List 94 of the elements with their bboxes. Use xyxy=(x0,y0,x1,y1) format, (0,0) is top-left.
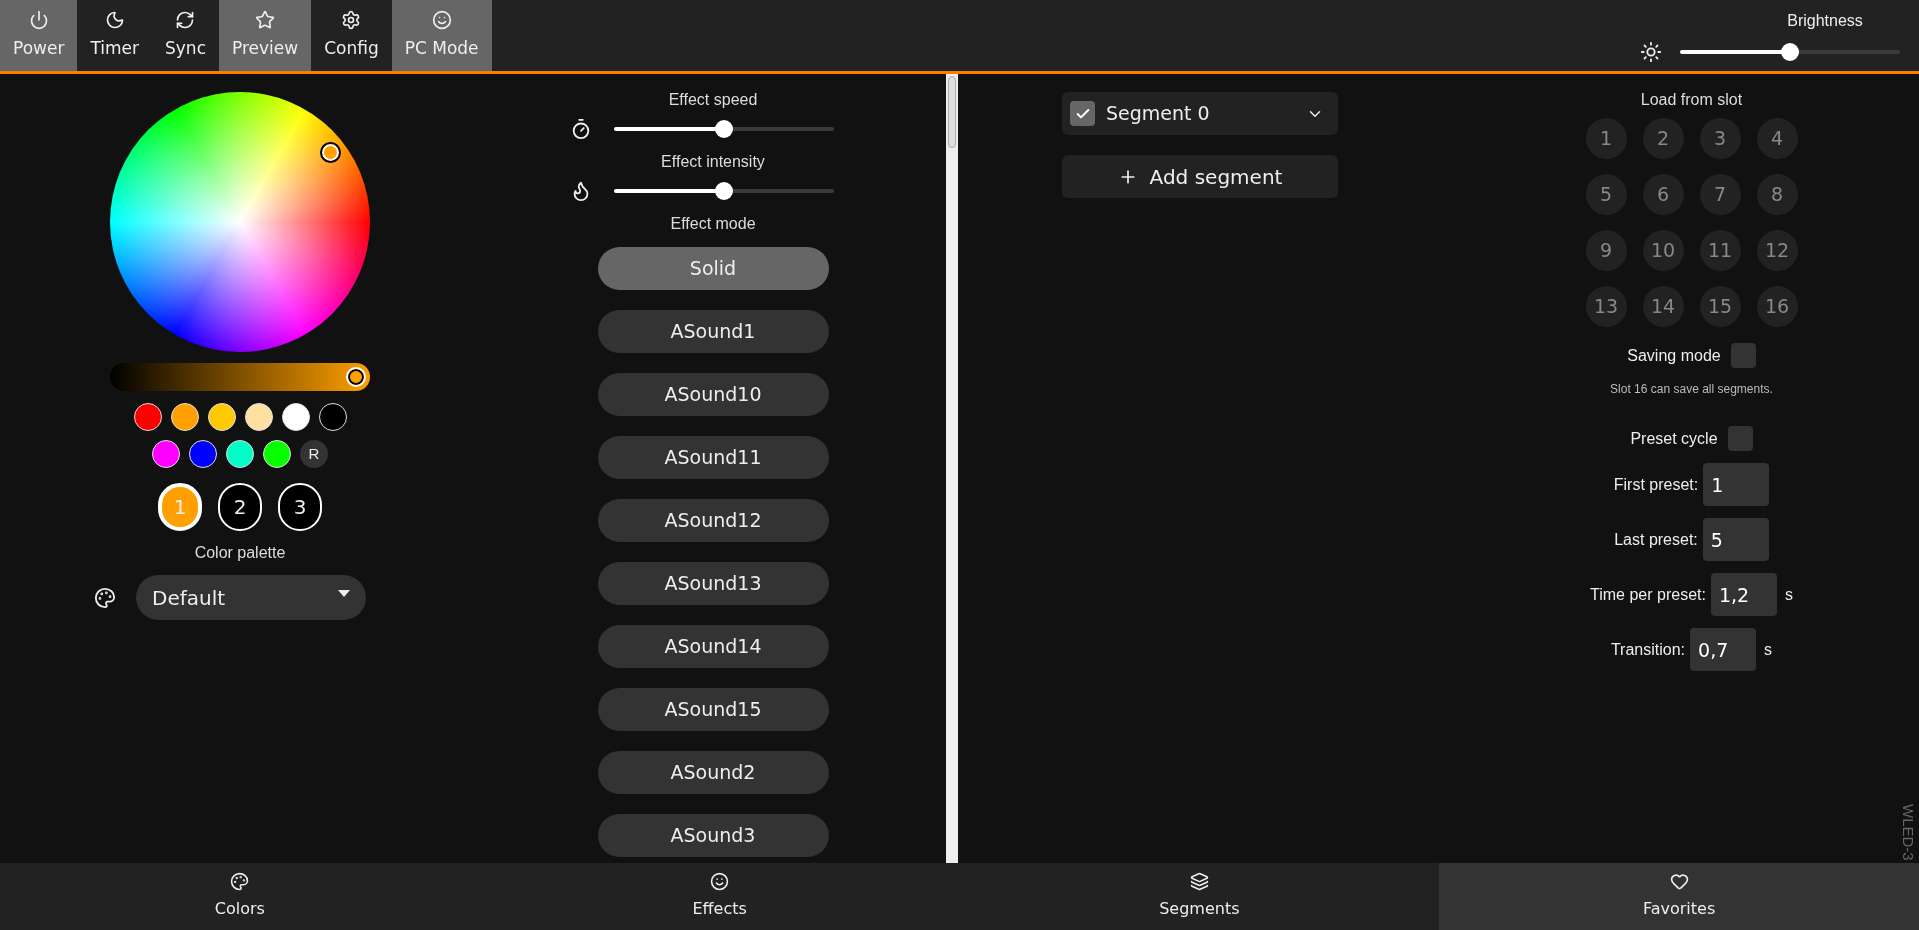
slider[interactable] xyxy=(614,182,834,200)
input-field[interactable]: 5 xyxy=(1702,518,1769,561)
preset-slot-button[interactable]: 14 xyxy=(1642,286,1684,327)
preset-slot-button[interactable]: 12 xyxy=(1756,230,1798,271)
preset-slot-button[interactable]: 4 xyxy=(1756,118,1798,159)
input-field[interactable]: 1 xyxy=(1703,463,1770,506)
color-swatch[interactable] xyxy=(152,440,180,468)
unit-label: s xyxy=(1764,639,1773,660)
effect-button[interactable]: ASound1 xyxy=(597,310,829,353)
value-slider[interactable] xyxy=(110,363,370,391)
dropdown-caret-icon xyxy=(338,590,350,597)
color-picker-handle[interactable] xyxy=(322,144,339,161)
segment-name: Segment 0 xyxy=(1106,101,1211,127)
moon-icon xyxy=(104,9,125,30)
slider-thumb[interactable] xyxy=(715,182,733,200)
color-swatch[interactable] xyxy=(244,403,273,431)
smiley-icon xyxy=(431,9,452,30)
preset-slot-button[interactable]: 10 xyxy=(1642,230,1684,271)
palette-icon xyxy=(94,586,116,609)
preset-slot-button[interactable]: 1 xyxy=(1585,118,1627,159)
color-slot-button[interactable]: 3 xyxy=(278,483,322,531)
bottom-tab[interactable]: Favorites xyxy=(1439,863,1919,930)
field-label: First preset: xyxy=(1613,474,1699,495)
checkbox[interactable] xyxy=(1727,426,1753,451)
color-swatch[interactable] xyxy=(207,403,236,431)
palette-dropdown[interactable]: Default xyxy=(136,575,366,620)
speed-label: Effect speed xyxy=(668,90,758,110)
value-slider-thumb[interactable] xyxy=(348,369,364,385)
preset-cycle-label: Preset cycle xyxy=(1630,428,1718,449)
palette-label: Color palette xyxy=(194,543,286,563)
color-swatch[interactable] xyxy=(170,403,199,431)
load-slot-label: Load from slot xyxy=(1640,90,1743,110)
add-segment-button[interactable]: Add segment xyxy=(1062,155,1338,198)
timer-icon xyxy=(570,118,592,140)
effect-button[interactable]: ASound15 xyxy=(597,688,829,731)
saving-mode-label: Saving mode xyxy=(1627,345,1721,366)
effect-button[interactable]: Solid xyxy=(597,247,829,290)
effect-button[interactable]: ASound11 xyxy=(597,436,829,479)
effect-button[interactable]: ASound10 xyxy=(597,373,829,416)
version-label: WLED-3 xyxy=(1899,804,1918,861)
preset-slot-button[interactable]: 2 xyxy=(1642,118,1684,159)
slot-note: Slot 16 can save all segments. xyxy=(1610,381,1773,398)
preset-slot-button[interactable]: 16 xyxy=(1756,286,1798,327)
checkbox[interactable] xyxy=(1070,101,1095,126)
sync-icon xyxy=(175,9,196,30)
preset-slot-button[interactable]: 5 xyxy=(1585,174,1627,215)
segment-header[interactable]: Segment 0 xyxy=(1062,92,1338,135)
scrollbar[interactable] xyxy=(946,74,958,863)
checkbox[interactable] xyxy=(1730,343,1756,368)
color-slot-button[interactable]: 2 xyxy=(218,483,262,531)
input-field[interactable]: 1,2 xyxy=(1710,573,1777,616)
settings-icon xyxy=(341,9,362,30)
effect-button[interactable]: ASound12 xyxy=(597,499,829,542)
unit-label: s xyxy=(1784,584,1793,605)
effect-button[interactable]: ASound14 xyxy=(597,625,829,668)
slider-thumb[interactable] xyxy=(715,120,733,138)
color-swatch[interactable] xyxy=(281,403,310,431)
brightness-icon xyxy=(1640,40,1662,63)
palette-icon xyxy=(230,872,250,891)
slider-thumb[interactable] xyxy=(1781,42,1799,61)
input-field[interactable]: 0,7 xyxy=(1690,628,1757,671)
power-icon xyxy=(28,9,49,30)
color-swatch[interactable] xyxy=(318,403,347,431)
effect-button[interactable]: ASound3 xyxy=(597,814,829,857)
field-label: Time per preset: xyxy=(1590,584,1706,605)
field-label: Transition: xyxy=(1610,639,1686,660)
effect-mode-label: Effect mode xyxy=(670,214,756,234)
color-swatch[interactable] xyxy=(226,440,254,468)
field-label: Last preset: xyxy=(1614,529,1698,550)
slider[interactable] xyxy=(1680,42,1900,61)
effect-button[interactable]: ASound13 xyxy=(597,562,829,605)
star-icon xyxy=(255,9,276,30)
color-swatch[interactable] xyxy=(133,403,162,431)
preset-slot-button[interactable]: 3 xyxy=(1699,118,1741,159)
color-swatch[interactable] xyxy=(263,440,291,468)
top-bar-button[interactable]: Power xyxy=(0,0,78,71)
layers-icon xyxy=(1189,872,1209,891)
top-bar-button[interactable]: Preview xyxy=(219,0,312,71)
brightness-label: Brightness xyxy=(1787,10,1863,31)
color-swatch[interactable] xyxy=(189,440,217,468)
preset-slot-button[interactable]: 13 xyxy=(1585,286,1627,327)
random-color-button[interactable]: R xyxy=(300,440,328,468)
heart-icon xyxy=(1669,872,1689,891)
preset-slot-button[interactable]: 6 xyxy=(1642,174,1684,215)
preset-slot-button[interactable]: 15 xyxy=(1699,286,1741,327)
slider[interactable] xyxy=(614,120,834,138)
smiley-icon xyxy=(710,872,730,891)
preset-slot-button[interactable]: 9 xyxy=(1585,230,1627,271)
top-bar-button[interactable]: PC Mode xyxy=(391,0,492,71)
preset-slot-button[interactable]: 7 xyxy=(1699,174,1741,215)
effect-button[interactable]: ASound2 xyxy=(597,751,829,794)
preset-slot-button[interactable]: 11 xyxy=(1699,230,1741,271)
intensity-label: Effect intensity xyxy=(661,152,765,172)
preset-slot-button[interactable]: 8 xyxy=(1756,174,1798,215)
